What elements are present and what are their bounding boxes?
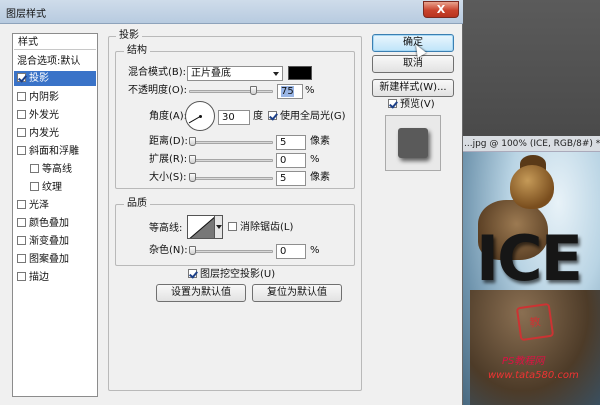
style-item-gradient-overlay[interactable]: 渐变叠加 [14,234,96,249]
style-item-drop-shadow[interactable]: 投影 [14,71,96,86]
style-list-header: 样式 [14,35,96,50]
dialog-title: 图层样式 [6,9,46,20]
style-item-inner-glow[interactable]: 内发光 [14,126,96,141]
style-preview [385,115,441,171]
blend-options-item[interactable]: 混合选项:默认 [14,54,96,69]
ice-text-layer: ICE [476,222,583,295]
spread-slider[interactable] [189,159,273,162]
style-item-contour[interactable]: 等高线 [14,162,96,177]
global-light-checkbox[interactable] [268,111,277,120]
preview-swatch [398,128,428,158]
distance-slider[interactable] [189,141,273,144]
chevron-down-icon [216,225,222,229]
style-item-texture[interactable]: 纹理 [14,180,96,195]
acorn [510,165,554,209]
structure-title: 结构 [124,45,150,57]
angle-input[interactable]: 30 [218,110,250,125]
knockout-checkbox[interactable] [188,269,197,278]
anti-alias-option[interactable]: 消除锯齿(L) [228,221,293,235]
distance-input[interactable]: 5 [276,135,306,150]
stroke-checkbox[interactable] [17,272,26,281]
document-title-bar[interactable]: ...jpg @ 100% (ICE, RGB/8#) * [460,136,600,152]
new-style-button[interactable]: 新建样式(W)... [372,79,454,97]
preview-checkbox[interactable] [388,99,397,108]
style-item-pattern-overlay[interactable]: 图案叠加 [14,252,96,267]
preview-option[interactable]: 预览(V) [388,98,435,112]
size-input[interactable]: 5 [276,171,306,186]
angle-dial-center [199,115,202,118]
watermark-url: www.tata580.com [488,370,579,381]
distance-unit: 像素 [310,136,330,147]
global-light-option[interactable]: 使用全局光(G) [268,110,346,124]
noise-label: 杂色(N): [149,245,188,256]
contour-label: 等高线: [149,223,183,234]
close-button[interactable]: X [423,1,459,18]
texture-checkbox[interactable] [30,182,39,191]
dialog-title-bar[interactable]: 图层样式 X [0,0,463,24]
outer-glow-checkbox[interactable] [17,110,26,119]
noise-input[interactable]: 0 [276,244,306,259]
angle-label: 角度(A): [149,111,188,122]
opacity-label: 不透明度(O): [128,85,188,96]
shadow-color-swatch[interactable] [288,66,312,80]
style-list: 样式 混合选项:默认 投影 内阴影 外发光 内发光 斜面和浮雕 等高线 纹理 光… [12,33,98,397]
watermark-text: PS教程网 [502,356,545,367]
satin-checkbox[interactable] [17,200,26,209]
style-item-outer-glow[interactable]: 外发光 [14,108,96,123]
style-item-stroke[interactable]: 描边 [14,270,96,285]
size-slider[interactable] [189,177,273,180]
blend-mode-label: 混合模式(B): [128,67,187,78]
spread-slider-thumb[interactable] [189,155,196,164]
noise-slider-thumb[interactable] [189,246,196,255]
size-unit: 像素 [310,172,330,183]
pattern-overlay-checkbox[interactable] [17,254,26,263]
color-overlay-checkbox[interactable] [17,218,26,227]
gradient-overlay-checkbox[interactable] [17,236,26,245]
reset-default-button[interactable]: 复位为默认值 [252,284,342,302]
contour-curve-icon [189,217,214,238]
chevron-down-icon [273,72,279,76]
document-title: ...jpg @ 100% (ICE, RGB/8#) * [464,139,600,149]
opacity-slider[interactable] [189,90,273,93]
style-item-satin[interactable]: 光泽 [14,198,96,213]
bevel-emboss-checkbox[interactable] [17,146,26,155]
distance-label: 距离(D): [149,136,188,147]
noise-unit: % [310,245,320,256]
cancel-button[interactable]: 取消 [372,55,454,73]
noise-slider[interactable] [189,250,273,253]
style-item-bevel-emboss[interactable]: 斜面和浮雕 [14,144,96,159]
angle-unit: 度 [253,111,263,122]
drop-shadow-title: 投影 [116,30,142,42]
opacity-input[interactable]: 75 [277,84,303,99]
spread-unit: % [310,154,320,165]
distance-slider-thumb[interactable] [189,137,196,146]
contour-dropdown[interactable] [215,215,223,239]
size-label: 大小(S): [149,172,187,183]
opacity-slider-thumb[interactable] [250,86,257,95]
make-default-button[interactable]: 设置为默认值 [156,284,246,302]
contour-checkbox[interactable] [30,164,39,173]
size-slider-thumb[interactable] [189,173,196,182]
drop-shadow-checkbox[interactable] [17,73,26,82]
close-icon: X [436,3,446,16]
angle-dial[interactable] [185,101,215,131]
spread-input[interactable]: 0 [276,153,306,168]
layer-style-dialog: 图层样式 X 样式 混合选项:默认 投影 内阴影 外发光 内发光 斜面和浮雕 等… [0,0,463,405]
knockout-option[interactable]: 图层挖空投影(U) [188,268,275,282]
blend-mode-select[interactable]: 正片叠底 [187,66,283,81]
quality-title: 品质 [124,198,150,210]
spread-label: 扩展(R): [149,154,188,165]
inner-shadow-checkbox[interactable] [17,92,26,101]
watermark-stamp: 教 [515,302,555,342]
contour-preview[interactable] [187,215,215,239]
inner-glow-checkbox[interactable] [17,128,26,137]
style-item-inner-shadow[interactable]: 内阴影 [14,90,96,105]
style-item-color-overlay[interactable]: 颜色叠加 [14,216,96,231]
anti-alias-checkbox[interactable] [228,222,237,231]
opacity-unit: % [305,85,315,96]
